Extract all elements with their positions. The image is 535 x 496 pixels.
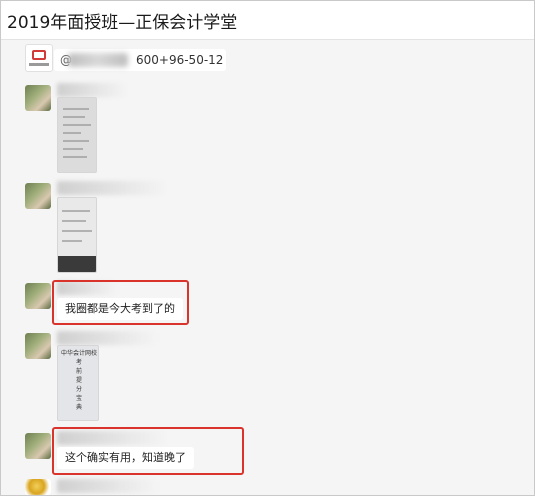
document-thumbnail[interactable]: 中华会计网校 考 前 提 分 宝 典 bbox=[57, 345, 99, 421]
avatar-user[interactable] bbox=[25, 433, 51, 459]
avatar-user[interactable] bbox=[25, 85, 51, 111]
highlight-box bbox=[52, 427, 244, 475]
chat-title: 2019年面授班—正保会计学堂 bbox=[7, 13, 238, 33]
sender-name-blurred bbox=[57, 181, 167, 195]
doc-title: 中华会计网校 考 前 提 分 宝 典 bbox=[60, 350, 97, 411]
highlight-box bbox=[52, 280, 189, 325]
chat-window: 2019年面授班—正保会计学堂 @ 600+96-50-12 我圈都是今大考到了… bbox=[0, 0, 535, 496]
message-bubble-notice[interactable]: @ 600+96-50-12 bbox=[54, 49, 226, 71]
avatar-user[interactable] bbox=[25, 183, 51, 209]
avatar-user[interactable] bbox=[25, 283, 51, 309]
logo-icon bbox=[32, 50, 46, 60]
image-thumbnail[interactable] bbox=[57, 97, 97, 173]
avatar-user[interactable] bbox=[25, 479, 51, 495]
sender-name-blurred bbox=[57, 331, 157, 345]
notice-number: 600+96-50-12 bbox=[136, 53, 224, 67]
chat-header: 2019年面授班—正保会计学堂 bbox=[1, 1, 534, 40]
sender-name-blurred bbox=[57, 83, 127, 97]
image-thumbnail[interactable] bbox=[57, 197, 97, 273]
blurred-text bbox=[68, 53, 128, 67]
sender-name-blurred bbox=[57, 479, 157, 493]
avatar-user[interactable] bbox=[25, 333, 51, 359]
avatar-logo[interactable] bbox=[25, 44, 53, 72]
